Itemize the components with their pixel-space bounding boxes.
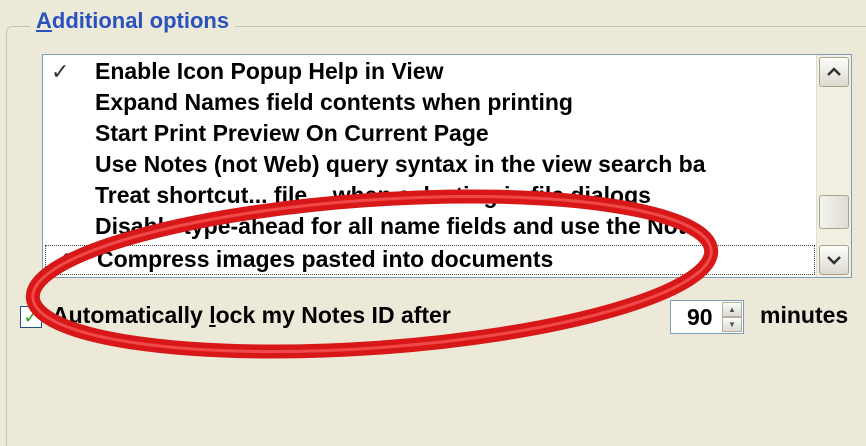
- checkmark-icon: ✓: [51, 59, 70, 84]
- option-label: Use Notes (not Web) query syntax in the …: [95, 151, 706, 177]
- options-list: ✓ Enable Icon Popup Help in View Expand …: [43, 55, 817, 277]
- spin-up-button[interactable]: ▲: [722, 302, 742, 317]
- option-label: Compress images pasted into documents: [97, 246, 554, 272]
- option-label: Disable type-ahead for all name fields a…: [95, 213, 699, 239]
- spinner-buttons: ▲ ▼: [722, 302, 742, 332]
- options-listbox[interactable]: ✓ Enable Icon Popup Help in View Expand …: [42, 54, 852, 278]
- spin-down-button[interactable]: ▼: [722, 317, 742, 332]
- checkmark-icon: ✓: [53, 247, 72, 272]
- vertical-scrollbar[interactable]: [816, 55, 851, 277]
- group-title: Additional options: [30, 8, 236, 34]
- auto-lock-label-post: ock my Notes ID after: [215, 302, 451, 328]
- chevron-down-icon: [827, 256, 841, 265]
- auto-lock-label-pre: Automatically: [52, 302, 210, 328]
- auto-lock-checkbox[interactable]: ✓: [20, 306, 42, 328]
- option-label: Expand Names field contents when printin…: [95, 89, 573, 115]
- auto-lock-label[interactable]: Automatically lock my Notes ID after: [52, 302, 451, 329]
- scroll-thumb[interactable]: [819, 195, 849, 229]
- scroll-up-button[interactable]: [819, 57, 849, 87]
- group-title-rest: dditional options: [51, 8, 230, 33]
- option-row-compress-images[interactable]: ✓ Compress images pasted into documents: [45, 245, 815, 275]
- group-title-hotkey: A: [36, 8, 52, 33]
- lock-minutes-value[interactable]: 90: [687, 304, 713, 331]
- checkmark-icon: ✓: [23, 306, 39, 327]
- auto-lock-row: ✓ Automatically lock my Notes ID after 9…: [20, 294, 866, 334]
- option-label: Treat shortcut... file... when selecting…: [95, 182, 651, 208]
- option-label: Start Print Preview On Current Page: [95, 120, 489, 146]
- chevron-up-icon: [827, 67, 841, 76]
- lock-minutes-spinner[interactable]: 90 ▲ ▼: [670, 300, 744, 334]
- scroll-down-button[interactable]: [819, 245, 849, 275]
- option-label: Enable Icon Popup Help in View: [95, 58, 444, 84]
- minutes-label: minutes: [760, 302, 849, 328]
